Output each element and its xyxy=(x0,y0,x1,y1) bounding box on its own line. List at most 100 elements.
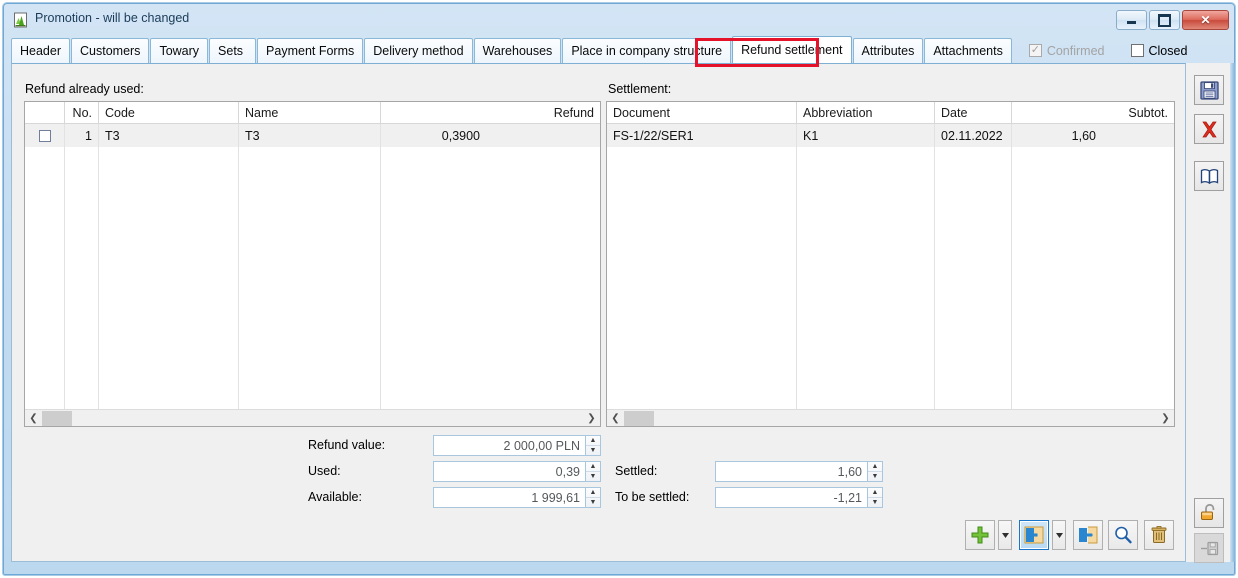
tab-label: Attachments xyxy=(933,44,1003,58)
save-button[interactable] xyxy=(1194,75,1224,105)
tab-label: Payment Forms xyxy=(266,44,355,58)
chevron-down-icon xyxy=(1001,532,1009,538)
settled-spinner[interactable]: 1,60 ▲ ▼ xyxy=(715,461,883,482)
scroll-right-icon[interactable]: ❯ xyxy=(583,410,600,427)
scroll-left-icon[interactable]: ❮ xyxy=(25,410,42,427)
scroll-right-icon[interactable]: ❯ xyxy=(1157,410,1174,427)
column-header-document[interactable]: Document xyxy=(607,102,797,124)
closed-checkbox[interactable]: Closed xyxy=(1130,38,1187,63)
column-header-select[interactable] xyxy=(25,102,65,124)
to-be-settled-spin-buttons[interactable]: ▲ ▼ xyxy=(867,487,883,508)
grid-header-row: No. Code Name Refund xyxy=(25,102,600,124)
horizontal-scrollbar[interactable]: ❮ ❯ xyxy=(607,409,1174,426)
add-button[interactable] xyxy=(965,520,995,550)
used-spinner[interactable]: 0,39 ▲ ▼ xyxy=(433,461,601,482)
open-document-button[interactable] xyxy=(1019,520,1049,550)
refund-value-spin-buttons[interactable]: ▲ ▼ xyxy=(585,435,601,456)
column-header-no[interactable]: No. xyxy=(65,102,99,124)
help-button[interactable] xyxy=(1194,161,1224,191)
tab-header[interactable]: Header xyxy=(11,38,70,63)
window-controls: ✕ xyxy=(1116,10,1229,30)
tab-delivery-method[interactable]: Delivery method xyxy=(364,38,473,63)
scroll-left-icon[interactable]: ❮ xyxy=(607,410,624,427)
available-spin-buttons[interactable]: ▲ ▼ xyxy=(585,487,601,508)
row-checkbox[interactable] xyxy=(38,129,51,142)
tab-warehouses[interactable]: Warehouses xyxy=(473,38,562,63)
spin-up-icon[interactable]: ▲ xyxy=(868,462,882,472)
floppy-disk-icon xyxy=(1199,80,1219,100)
available-input[interactable]: 1 999,61 xyxy=(433,487,585,508)
spin-down-icon[interactable]: ▼ xyxy=(586,498,600,507)
red-x-icon xyxy=(1201,121,1217,137)
maximize-button[interactable] xyxy=(1149,10,1180,30)
column-header-abbreviation[interactable]: Abbreviation xyxy=(797,102,935,124)
spin-up-icon[interactable]: ▲ xyxy=(586,488,600,498)
table-row[interactable]: 1 T3 T3 0,3900 xyxy=(25,124,600,147)
used-label: Used: xyxy=(308,464,341,478)
preview-button[interactable] xyxy=(1108,520,1138,550)
tab-label: Towary xyxy=(159,44,200,58)
spin-down-icon[interactable]: ▼ xyxy=(868,472,882,481)
row-name-cell: T3 xyxy=(239,124,381,147)
tab-place-in-company-structure[interactable]: Place in company structure xyxy=(562,38,732,63)
tab-refund-settlement[interactable]: Refund settlement xyxy=(732,36,852,63)
tab-label: Refund settlement xyxy=(741,43,843,57)
column-header-name[interactable]: Name xyxy=(239,102,381,124)
used-input[interactable]: 0,39 xyxy=(433,461,585,482)
delete-button[interactable] xyxy=(1144,520,1174,550)
grid-empty-area[interactable] xyxy=(607,147,1174,410)
closed-checkbox-box[interactable] xyxy=(1130,44,1144,57)
application-window-root: Promotion - will be changed ✕ Header Cus… xyxy=(0,0,1238,578)
settled-spin-buttons[interactable]: ▲ ▼ xyxy=(867,461,883,482)
cancel-button[interactable] xyxy=(1194,114,1224,144)
table-row[interactable]: FS-1/22/SER1 K1 02.11.2022 1,60 xyxy=(607,124,1174,147)
add-dropdown-button[interactable] xyxy=(998,520,1012,550)
grid-empty-area[interactable] xyxy=(25,147,600,410)
tab-customers[interactable]: Customers xyxy=(71,38,150,63)
title-bar[interactable]: Promotion - will be changed ✕ xyxy=(4,4,1234,34)
tab-sets[interactable]: Sets xyxy=(209,38,257,63)
refund-value-label: Refund value: xyxy=(308,438,386,452)
spin-down-icon[interactable]: ▼ xyxy=(586,472,600,481)
column-header-subtotal[interactable]: Subtot. xyxy=(1012,102,1174,124)
refund-value-spinner[interactable]: 2 000,00 PLN ▲ ▼ xyxy=(433,435,601,456)
to-be-settled-spinner[interactable]: -1,21 ▲ ▼ xyxy=(715,487,883,508)
spin-up-icon[interactable]: ▲ xyxy=(586,436,600,446)
tab-attributes[interactable]: Attributes xyxy=(852,38,924,63)
scrollbar-thumb[interactable] xyxy=(42,410,72,426)
horizontal-scrollbar[interactable]: ❮ ❯ xyxy=(25,409,600,426)
column-header-code[interactable]: Code xyxy=(99,102,239,124)
confirmed-checkbox-box: ✓ xyxy=(1028,44,1042,57)
refund-value-input[interactable]: 2 000,00 PLN xyxy=(433,435,585,456)
available-spinner[interactable]: 1 999,61 ▲ ▼ xyxy=(433,487,601,508)
column-header-refund[interactable]: Refund xyxy=(381,102,600,124)
trash-icon xyxy=(1151,526,1167,543)
scrollbar-track[interactable] xyxy=(42,410,583,427)
settled-input[interactable]: 1,60 xyxy=(715,461,867,482)
minimize-button[interactable] xyxy=(1116,10,1147,30)
save-and-close-button xyxy=(1194,533,1224,563)
spin-up-icon[interactable]: ▲ xyxy=(868,488,882,498)
exit-document-button[interactable] xyxy=(1073,520,1103,550)
magnifier-icon xyxy=(1115,526,1132,544)
tab-payment-forms[interactable]: Payment Forms xyxy=(257,38,364,63)
column-header-date[interactable]: Date xyxy=(935,102,1012,124)
refund-already-used-label: Refund already used: xyxy=(25,82,144,96)
scrollbar-thumb[interactable] xyxy=(624,410,654,426)
open-padlock-icon xyxy=(1201,503,1215,520)
tab-towary[interactable]: Towary xyxy=(150,38,209,63)
used-spin-buttons[interactable]: ▲ ▼ xyxy=(585,461,601,482)
refund-already-used-grid[interactable]: No. Code Name Refund 1 T3 T3 0,3900 ❮ ❯ xyxy=(24,101,601,427)
spin-up-icon[interactable]: ▲ xyxy=(586,462,600,472)
settlement-grid[interactable]: Document Abbreviation Date Subtot. FS-1/… xyxy=(606,101,1175,427)
open-document-dropdown-button[interactable] xyxy=(1052,520,1066,550)
unlock-button[interactable] xyxy=(1194,498,1224,528)
spin-down-icon[interactable]: ▼ xyxy=(868,498,882,507)
close-button[interactable]: ✕ xyxy=(1182,10,1229,30)
tab-attachments[interactable]: Attachments xyxy=(924,38,1012,63)
scrollbar-track[interactable] xyxy=(624,410,1157,427)
spin-down-icon[interactable]: ▼ xyxy=(586,446,600,455)
to-be-settled-input[interactable]: -1,21 xyxy=(715,487,867,508)
row-select-cell[interactable] xyxy=(25,124,65,147)
tab-label: Place in company structure xyxy=(571,44,723,58)
